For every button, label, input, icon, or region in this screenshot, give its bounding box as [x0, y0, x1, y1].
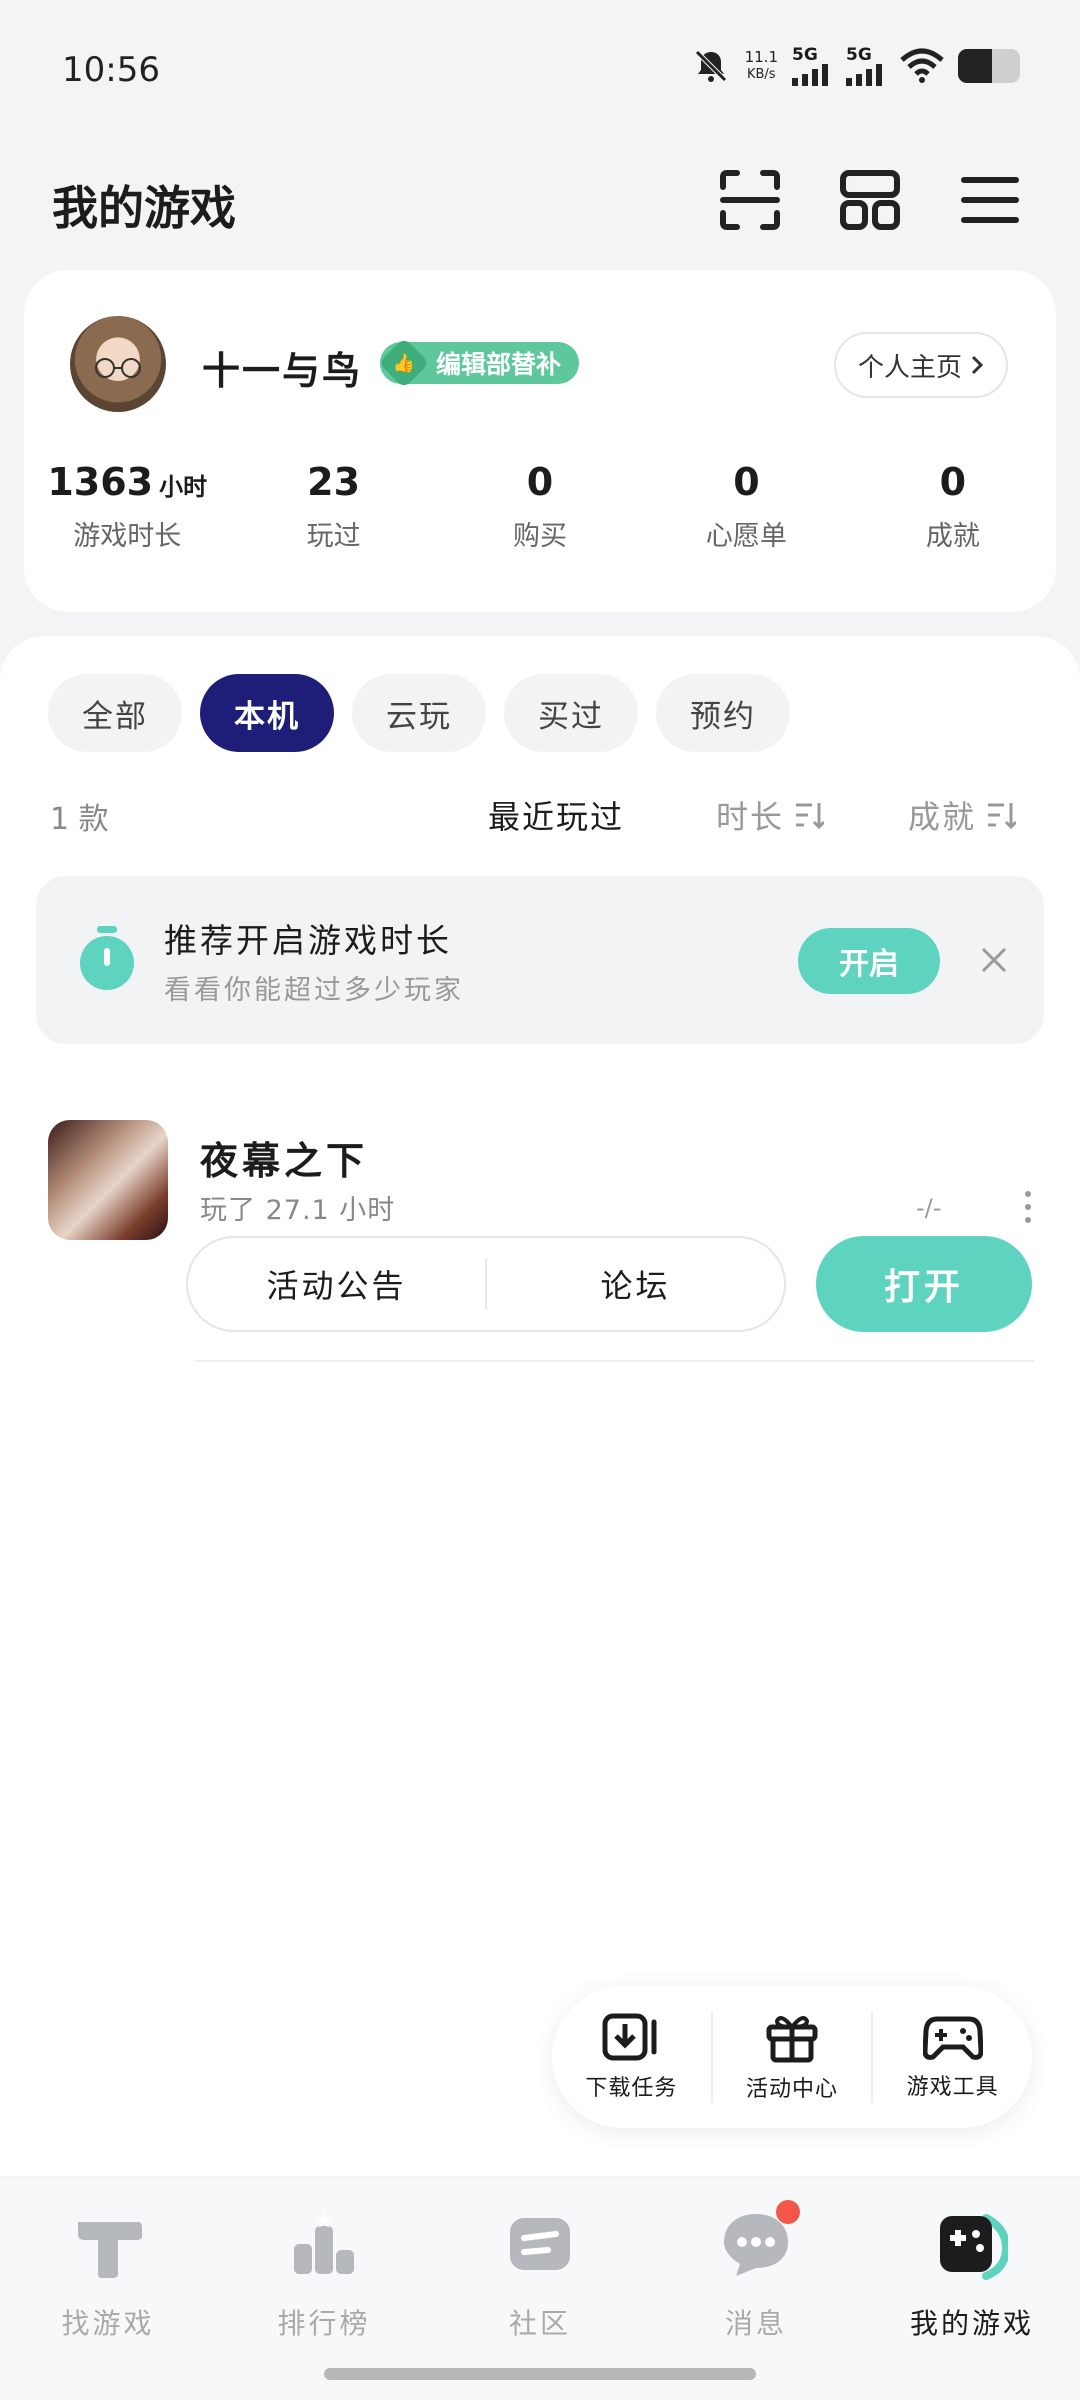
- game-name: 夜幕之下: [200, 1139, 369, 1183]
- my-games-icon: [940, 2214, 1008, 2280]
- signal-icon: [846, 63, 882, 86]
- net-speed: 11.1 KB/s: [744, 48, 778, 83]
- main-panel: 全部 本机 云玩 买过 预约 1 款 最近玩过 时长 成就 推荐开启游戏时长 看…: [0, 636, 1080, 2176]
- home-indicator[interactable]: [324, 2368, 756, 2380]
- avatar-image: [95, 358, 141, 378]
- stopwatch-icon: [80, 926, 134, 990]
- battery-fill: [958, 49, 993, 83]
- announcement-button[interactable]: 活动公告: [188, 1261, 485, 1307]
- close-icon: [981, 947, 1007, 973]
- message-icon: [720, 2200, 800, 2280]
- forum-button[interactable]: 论坛: [487, 1261, 784, 1307]
- profile-page-button[interactable]: 个人主页: [833, 332, 1008, 398]
- nav-find-games[interactable]: 找游戏: [18, 2208, 198, 2342]
- playtime-promo: 推荐开启游戏时长 看看你能超过多少玩家 开启: [36, 876, 1044, 1044]
- close-promo-button[interactable]: [966, 932, 1022, 988]
- menu-icon: [961, 177, 1019, 223]
- thumbs-up-icon: 👍: [378, 337, 430, 389]
- signal-icon: [792, 63, 828, 86]
- nav-my-games[interactable]: 我的游戏: [882, 2208, 1062, 2342]
- sort-icon: [796, 803, 825, 829]
- tab-all[interactable]: 全部: [48, 674, 182, 752]
- tab-local[interactable]: 本机: [200, 674, 334, 752]
- gamepad-icon: [922, 2016, 983, 2060]
- chevron-right-icon: [971, 355, 984, 375]
- scan-icon: [720, 170, 780, 230]
- sim1-signal: 5G: [792, 46, 832, 86]
- nav-ranking[interactable]: 排行榜: [234, 2208, 414, 2342]
- sim2-signal: 5G: [846, 46, 886, 86]
- stat-purchased[interactable]: 0 购买: [437, 460, 643, 553]
- stat-play-time[interactable]: 1363 小时 游戏时长: [24, 460, 230, 553]
- game-actions: 活动公告 论坛: [186, 1236, 786, 1332]
- download-task-icon: [602, 2013, 657, 2061]
- promo-subtitle: 看看你能超过多少玩家: [164, 975, 464, 1006]
- game-row[interactable]: 夜幕之下 玩了 27.1 小时 -/-: [0, 1076, 1080, 1256]
- gift-icon: [766, 2016, 818, 2063]
- status-icons: 11.1 KB/s 5G 5G: [691, 46, 1020, 86]
- bottom-nav: 找游戏 排行榜 社区 消息 我的游戏: [0, 2178, 1080, 2400]
- layout-button[interactable]: [834, 164, 906, 236]
- wifi-icon: [900, 48, 944, 83]
- filter-tabs: 全部 本机 云玩 买过 预约: [48, 674, 790, 752]
- tab-reserved[interactable]: 预约: [656, 674, 790, 752]
- profile-card: 十一与鸟 👍 编辑部替补 个人主页 1363 小时 游戏时长 23 玩过 0 购买…: [24, 270, 1056, 612]
- sort-duration[interactable]: 时长: [716, 792, 825, 838]
- nav-community[interactable]: 社区: [450, 2208, 630, 2342]
- divider: [196, 1360, 1034, 1362]
- game-tools-button[interactable]: 游戏工具: [873, 2013, 1032, 2101]
- promo-title: 推荐开启游戏时长: [164, 921, 452, 960]
- editor-badge: 👍 编辑部替补: [378, 337, 580, 389]
- more-options-icon[interactable]: [1010, 1182, 1046, 1232]
- sort-icon: [988, 803, 1017, 829]
- game-rating: -/-: [916, 1194, 942, 1222]
- page-title: 我的游戏: [52, 181, 236, 235]
- activity-center-button[interactable]: 活动中心: [713, 2011, 872, 2103]
- stat-played[interactable]: 23 玩过: [230, 460, 436, 553]
- game-icon[interactable]: [48, 1120, 168, 1240]
- nav-messages[interactable]: 消息: [666, 2200, 846, 2342]
- sort-row: 1 款 最近玩过 时长 成就: [0, 786, 1080, 846]
- header: 我的游戏: [0, 160, 1080, 270]
- bell-muted-icon: [694, 50, 727, 82]
- tab-purchased[interactable]: 买过: [504, 674, 638, 752]
- grid-icon: [840, 170, 900, 230]
- tab-cloud[interactable]: 云玩: [352, 674, 486, 752]
- stat-achievements[interactable]: 0 成就: [850, 460, 1056, 553]
- enable-playtime-button[interactable]: 开启: [798, 928, 940, 994]
- status-time: 10:56: [62, 50, 160, 90]
- community-icon: [510, 2218, 570, 2270]
- scan-button[interactable]: [714, 164, 786, 236]
- ranking-icon: [294, 2212, 354, 2274]
- avatar[interactable]: [70, 316, 166, 412]
- toolbox: 下载任务 活动中心 游戏工具: [552, 1986, 1032, 2128]
- username: 十一与鸟: [202, 349, 363, 393]
- sort-achievement[interactable]: 成就: [908, 792, 1017, 838]
- stats-row: 1363 小时 游戏时长 23 玩过 0 购买 0 心愿单 0 成就: [24, 460, 1056, 553]
- status-bar: 10:56 11.1 KB/s 5G 5G: [0, 0, 1080, 140]
- game-playtime: 玩了 27.1 小时: [200, 1195, 396, 1226]
- game-count: 1 款: [50, 802, 109, 837]
- sort-recent[interactable]: 最近玩过: [488, 792, 624, 838]
- menu-button[interactable]: [954, 164, 1026, 236]
- download-tasks-button[interactable]: 下载任务: [552, 2012, 711, 2102]
- stat-wishlist[interactable]: 0 心愿单: [643, 460, 849, 553]
- notification-dot: [776, 2200, 800, 2224]
- battery-icon: [958, 49, 1020, 83]
- open-game-button[interactable]: 打开: [816, 1236, 1032, 1332]
- find-game-icon: [78, 2222, 142, 2278]
